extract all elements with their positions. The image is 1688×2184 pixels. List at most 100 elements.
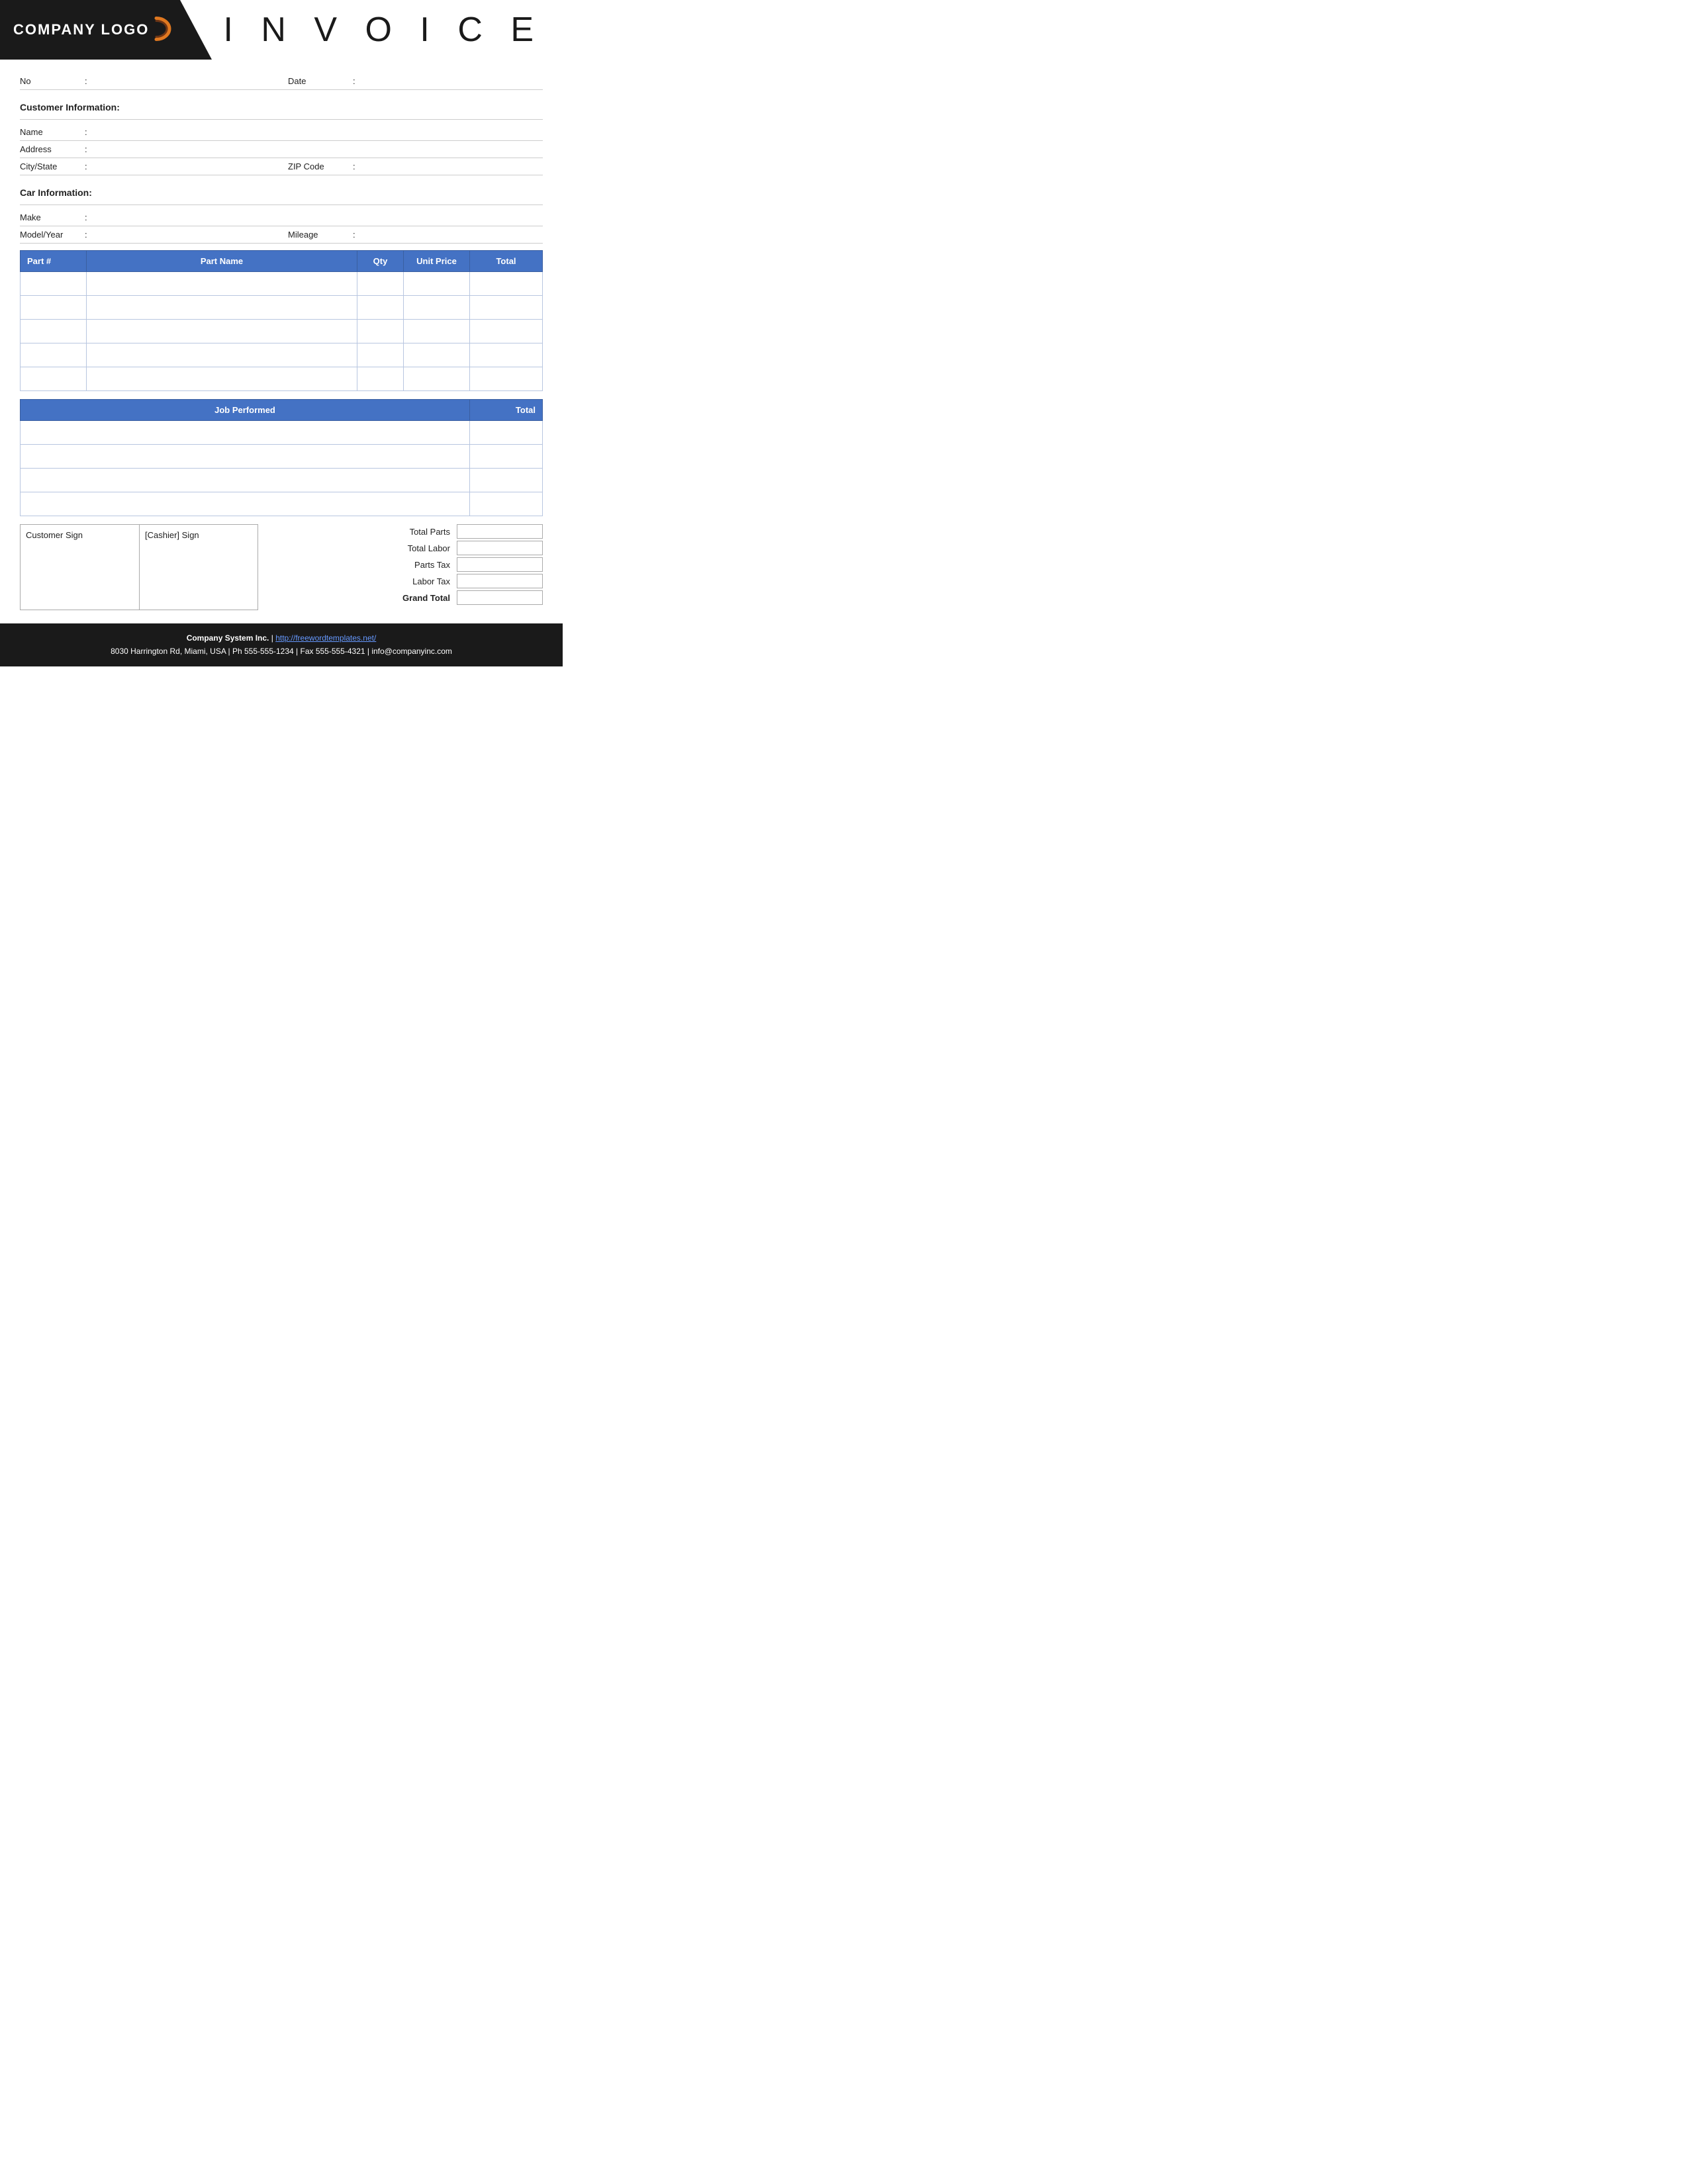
customer-zip-field: ZIP Code :: [288, 161, 543, 171]
job-col-total: Total: [470, 400, 543, 421]
customer-name-row: Name :: [20, 124, 543, 141]
part-num-cell: [21, 343, 87, 367]
total-labor-value: [457, 541, 543, 555]
table-row: [21, 445, 543, 469]
total-parts-row: Total Parts: [271, 524, 543, 539]
part-unitprice-cell: [404, 272, 470, 296]
car-info-header: Car Information:: [20, 182, 543, 201]
part-unitprice-cell: [404, 343, 470, 367]
customer-address-row: Address :: [20, 141, 543, 158]
car-mileage-label: Mileage: [288, 230, 348, 240]
job-total-cell: [470, 445, 543, 469]
customer-citystate-row: City/State : ZIP Code :: [20, 158, 543, 175]
parts-col-partname: Part Name: [87, 251, 357, 272]
parts-table: Part # Part Name Qty Unit Price Total: [20, 250, 543, 391]
parts-table-header-row: Part # Part Name Qty Unit Price Total: [21, 251, 543, 272]
table-row: [21, 492, 543, 516]
parts-tax-value: [457, 557, 543, 572]
table-row: [21, 296, 543, 320]
job-table-body: [21, 421, 543, 516]
parts-col-qty: Qty: [357, 251, 404, 272]
car-make-field: Make :: [20, 212, 543, 222]
invoice-date-colon: :: [353, 76, 355, 86]
part-num-cell: [21, 367, 87, 391]
part-total-cell: [470, 367, 543, 391]
parts-tax-label: Parts Tax: [384, 560, 450, 570]
labor-tax-value: [457, 574, 543, 588]
parts-col-partnum: Part #: [21, 251, 87, 272]
customer-citystate-field: City/State :: [20, 161, 275, 171]
invoice-date-field: Date :: [288, 76, 543, 86]
part-qty-cell: [357, 296, 404, 320]
invoice-no-field: No :: [20, 76, 275, 86]
part-name-cell: [87, 296, 357, 320]
job-total-cell: [470, 421, 543, 445]
total-labor-label: Total Labor: [384, 543, 450, 553]
total-labor-row: Total Labor: [271, 541, 543, 555]
cashier-sign-box: [Cashier] Sign: [139, 524, 258, 610]
parts-tax-row: Parts Tax: [271, 557, 543, 572]
car-modelyear-field: Model/Year :: [20, 230, 275, 240]
logo-area: COMPANY LOGO: [0, 0, 212, 60]
parts-col-unitprice: Unit Price: [404, 251, 470, 272]
job-desc-cell: [21, 421, 470, 445]
car-modelyear-label: Model/Year: [20, 230, 79, 240]
total-parts-label: Total Parts: [384, 527, 450, 537]
customer-info-header: Customer Information:: [20, 97, 543, 115]
table-row: [21, 343, 543, 367]
job-total-cell: [470, 492, 543, 516]
part-unitprice-cell: [404, 320, 470, 343]
part-qty-cell: [357, 272, 404, 296]
job-col-job: Job Performed: [21, 400, 470, 421]
invoice-no-label: No: [20, 76, 79, 86]
table-row: [21, 272, 543, 296]
car-make-label: Make: [20, 212, 79, 222]
invoice-date-label: Date: [288, 76, 348, 86]
customer-citystate-label: City/State: [20, 161, 79, 171]
car-make-row: Make :: [20, 209, 543, 226]
company-logo-text: COMPANY LOGO: [13, 21, 149, 38]
parts-table-body: [21, 272, 543, 391]
logo-icon: [140, 13, 172, 47]
customer-name-label: Name: [20, 127, 79, 137]
footer-line-2: 8030 Harrington Rd, Miami, USA | Ph 555-…: [13, 645, 549, 658]
signature-area: Customer Sign [Cashier] Sign: [20, 524, 258, 610]
grand-total-label: Grand Total: [384, 593, 450, 603]
part-total-cell: [470, 343, 543, 367]
part-name-cell: [87, 367, 357, 391]
car-mileage-field: Mileage :: [288, 230, 543, 240]
footer-website-link[interactable]: http://freewordtemplates.net/: [275, 633, 376, 643]
grand-total-row: Grand Total: [271, 590, 543, 605]
part-qty-cell: [357, 367, 404, 391]
invoice-meta-row: No : Date :: [20, 73, 543, 90]
customer-sign-label: Customer Sign: [26, 530, 134, 540]
cashier-sign-label: [Cashier] Sign: [145, 530, 252, 540]
customer-zip-label: ZIP Code: [288, 161, 348, 171]
invoice-title: I N V O I C E: [224, 10, 543, 50]
table-row: [21, 367, 543, 391]
part-total-cell: [470, 296, 543, 320]
customer-address-field: Address :: [20, 144, 543, 154]
footer-company-name: Company System Inc.: [187, 633, 269, 643]
labor-tax-label: Labor Tax: [384, 576, 450, 586]
job-total-cell: [470, 469, 543, 492]
bottom-section: Customer Sign [Cashier] Sign Total Parts…: [20, 524, 543, 610]
footer-line-1: Company System Inc. | http://freewordtem…: [13, 631, 549, 645]
customer-sign-box: Customer Sign: [20, 524, 139, 610]
page-footer: Company System Inc. | http://freewordtem…: [0, 623, 563, 666]
customer-divider-1: [20, 119, 543, 120]
customer-name-field: Name :: [20, 127, 543, 137]
part-name-cell: [87, 343, 357, 367]
car-modelyear-row: Model/Year : Mileage :: [20, 226, 543, 244]
invoice-no-colon: :: [85, 76, 87, 86]
part-name-cell: [87, 272, 357, 296]
table-row: [21, 421, 543, 445]
customer-address-label: Address: [20, 144, 79, 154]
part-num-cell: [21, 272, 87, 296]
part-qty-cell: [357, 343, 404, 367]
job-desc-cell: [21, 445, 470, 469]
job-desc-cell: [21, 492, 470, 516]
part-total-cell: [470, 272, 543, 296]
totals-area: Total Parts Total Labor Parts Tax Labor …: [271, 524, 543, 605]
page-header: COMPANY LOGO I N V O I C E: [0, 0, 563, 60]
